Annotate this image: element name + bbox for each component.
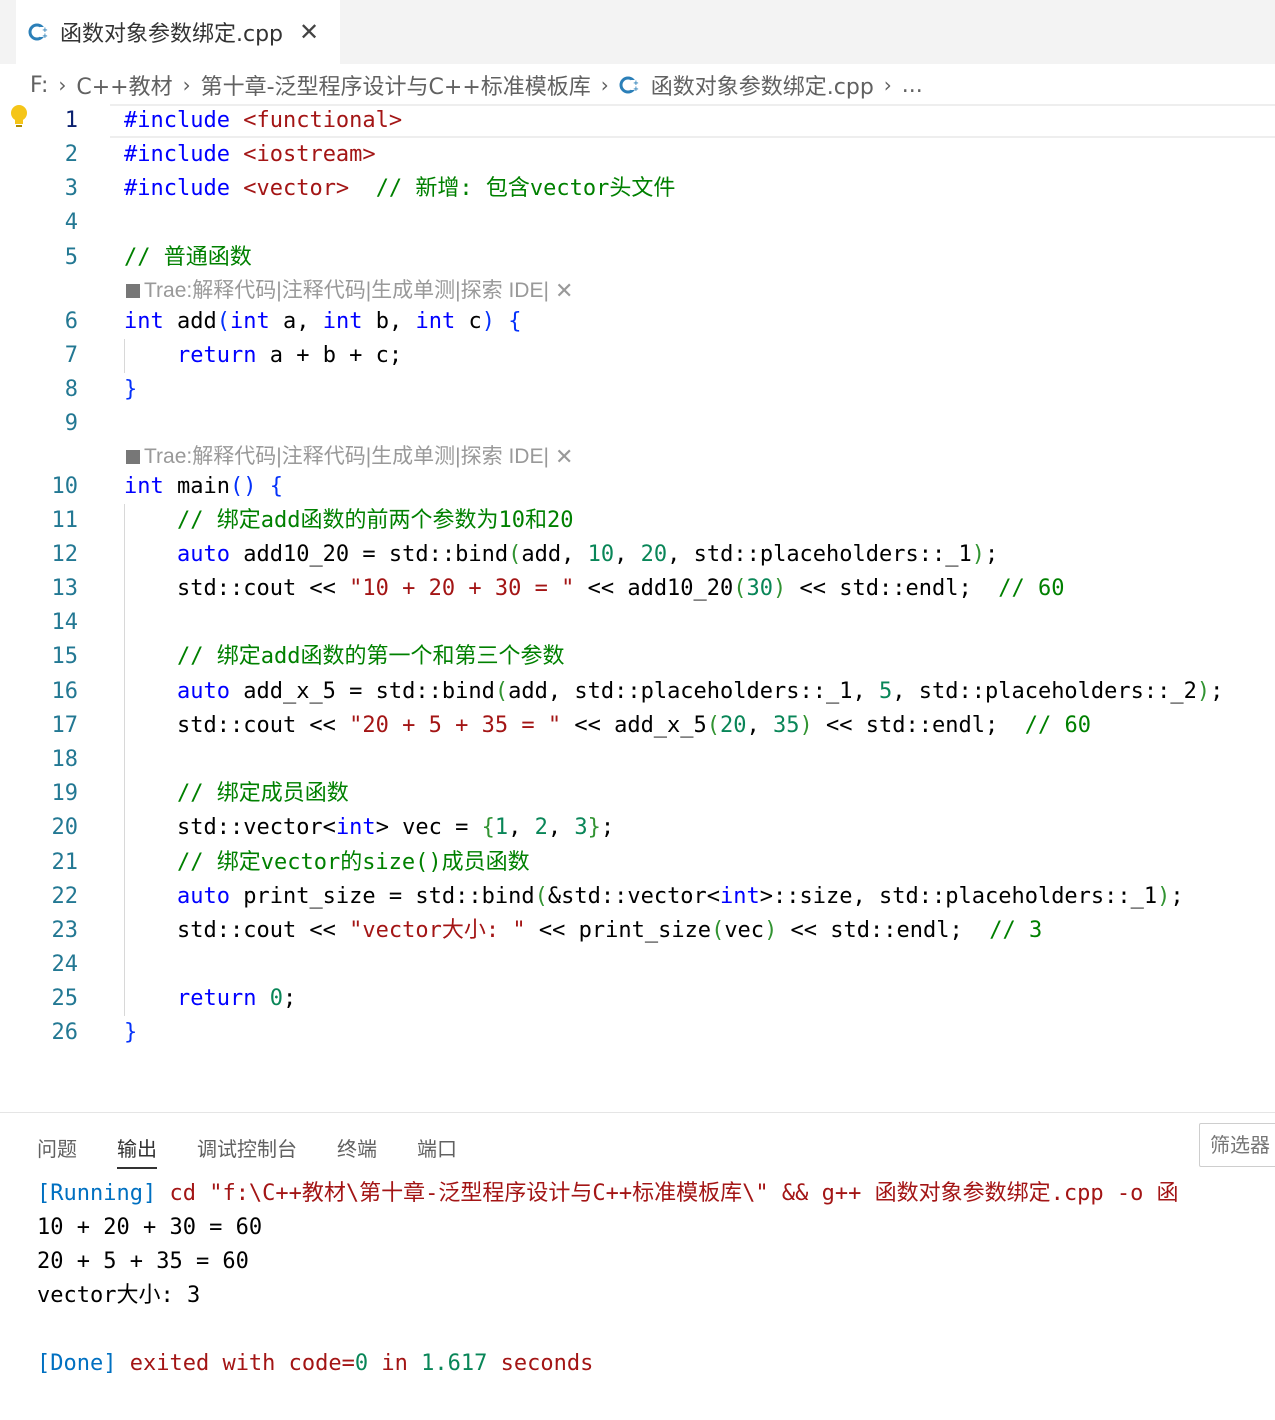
code-line: // 绑定vector的size()成员函数	[176, 850, 530, 875]
line-number: 12	[51, 542, 79, 567]
trae-icon	[126, 284, 140, 298]
code-line: // 绑定成员函数	[176, 781, 349, 806]
line-number: 16	[51, 679, 79, 704]
code-line: return a + b + c;	[176, 343, 403, 368]
output-line: 10 + 20 + 30 = 60	[37, 1215, 263, 1240]
line-number: 11	[51, 508, 79, 533]
tab-problems[interactable]: 问题	[37, 1133, 77, 1169]
line-number: 20	[51, 815, 79, 840]
line-number: 13	[51, 576, 79, 601]
breadcrumb: F: › C++教材 › 第十章-泛型程序设计与C++标准模板库 › + + 函数…	[30, 66, 923, 104]
editor-tab-bar: + + 函数对象参数绑定.cpp ✕	[0, 0, 1275, 64]
line-number: 22	[51, 884, 79, 909]
codelens-unittest[interactable]: 生成单测	[371, 274, 455, 308]
codelens-sep: |	[543, 279, 549, 302]
line-number: 25	[51, 986, 79, 1011]
code-line: std::vector<int> vec = {1, 2, 3};	[176, 815, 615, 840]
close-icon[interactable]: ✕	[555, 274, 573, 308]
breadcrumb-subfolder[interactable]: 第十章-泛型程序设计与C++标准模板库	[201, 69, 591, 101]
codelens-explore[interactable]: 探索 IDE	[461, 440, 544, 474]
tab-title: 函数对象参数绑定.cpp	[60, 22, 284, 47]
line-number: 23	[51, 918, 79, 943]
output-line: [Running] cd "f:\C++教材\第十章-泛型程序设计与C++标准模…	[37, 1181, 1179, 1206]
line-number: 15	[51, 644, 79, 669]
line-number: 24	[51, 952, 79, 977]
line-number: 18	[51, 747, 79, 772]
chevron-right-icon: ›	[883, 73, 892, 97]
tab-output[interactable]: 输出	[117, 1133, 157, 1169]
code-line: #include <functional>	[124, 108, 403, 133]
code-line: #include <vector> // 新增: 包含vector头文件	[124, 176, 676, 201]
line-number: 17	[51, 713, 79, 738]
line-number: 19	[51, 781, 79, 806]
line-number: 7	[64, 343, 78, 368]
chevron-right-icon: ›	[58, 73, 67, 97]
line-number: 1	[64, 108, 78, 133]
line-number: 5	[64, 245, 78, 270]
code-line: }	[124, 1020, 138, 1045]
trae-icon	[126, 450, 140, 464]
code-line: // 绑定add函数的前两个参数为10和20	[176, 508, 574, 533]
output-panel: 问题 输出 调试控制台 终端 端口 筛选器 [Running] cd "f:\C…	[0, 1112, 1275, 1420]
codelens-unittest[interactable]: 生成单测	[371, 440, 455, 474]
codelens-explore[interactable]: 探索 IDE	[461, 274, 544, 308]
tab-debug-console[interactable]: 调试控制台	[197, 1133, 297, 1169]
line-number: 26	[51, 1020, 79, 1045]
output-line: vector大小: 3	[37, 1283, 201, 1308]
code-line: std::cout << "10 + 20 + 30 = " << add10_…	[176, 576, 1065, 601]
svg-text:+: +	[633, 85, 639, 93]
code-line: auto add_x_5 = std::bind(add, std::place…	[176, 679, 1224, 704]
line-number: 3	[64, 176, 78, 201]
code-line: std::cout << "20 + 5 + 35 = " << add_x_5…	[176, 713, 1091, 738]
lightbulb-icon[interactable]	[9, 104, 29, 130]
breadcrumb-symbol[interactable]: ...	[902, 73, 923, 98]
code-line: int main() {	[124, 474, 283, 499]
code-line: auto print_size = std::bind(&std::vector…	[176, 884, 1184, 909]
tab-terminal[interactable]: 终端	[337, 1133, 377, 1169]
tab-active-file[interactable]: + + 函数对象参数绑定.cpp ✕	[16, 0, 340, 64]
line-number: 4	[64, 210, 78, 235]
code-line: #include <iostream>	[124, 142, 376, 167]
chevron-right-icon: ›	[182, 73, 191, 97]
line-number: 9	[64, 411, 78, 436]
code-line: }	[124, 377, 138, 402]
chevron-right-icon: ›	[600, 73, 609, 97]
codelens-explain[interactable]: 解释代码	[192, 274, 276, 308]
line-number: 2	[64, 142, 78, 167]
line-number: 8	[64, 377, 78, 402]
breadcrumb-folder[interactable]: C++教材	[76, 69, 172, 101]
code-line: // 绑定add函数的第一个和第三个参数	[176, 644, 565, 669]
output-line: 20 + 5 + 35 = 60	[37, 1249, 249, 1274]
breadcrumb-file[interactable]: 函数对象参数绑定.cpp	[651, 69, 874, 101]
tab-ports[interactable]: 端口	[417, 1133, 457, 1169]
cpp-file-icon: + +	[619, 74, 641, 96]
line-number: 6	[64, 309, 78, 334]
codelens-explain[interactable]: 解释代码	[192, 440, 276, 474]
code-line: std::cout << "vector大小: " << print_size(…	[176, 918, 1043, 943]
code-editor[interactable]: 1 2 3 4 5 6 7 8 9 10 11 12 13 14 15 16 1…	[0, 104, 1275, 1110]
line-number: 21	[51, 850, 79, 875]
line-number: 14	[51, 610, 79, 635]
cpp-file-icon: + +	[28, 21, 50, 43]
breadcrumb-drive[interactable]: F:	[30, 73, 48, 98]
codelens-bar: Trae: 解释代码 | 注释代码 | 生成单测 | 探索 IDE | ✕	[126, 440, 573, 474]
code-line: auto add10_20 = std::bind(add, 10, 20, s…	[176, 542, 999, 567]
output-line: [Done] exited with code=0 in 1.617 secon…	[37, 1351, 594, 1376]
codelens-comment[interactable]: 注释代码	[282, 440, 366, 474]
code-line: int add(int a, int b, int c) {	[124, 309, 522, 334]
codelens-sep: |	[543, 445, 549, 468]
line-number: 10	[51, 474, 79, 499]
code-line: return 0;	[176, 986, 297, 1011]
codelens-prefix: Trae:	[144, 445, 193, 468]
codelens-prefix: Trae:	[144, 279, 193, 302]
filter-input[interactable]: 筛选器	[1199, 1123, 1275, 1167]
panel-tabs: 问题 输出 调试控制台 终端 端口	[37, 1133, 497, 1169]
codelens-bar: Trae: 解释代码 | 注释代码 | 生成单测 | 探索 IDE | ✕	[126, 274, 573, 308]
tab-close-icon[interactable]: ✕	[299, 18, 319, 46]
close-icon[interactable]: ✕	[555, 440, 573, 474]
codelens-comment[interactable]: 注释代码	[282, 274, 366, 308]
svg-text:+: +	[42, 32, 48, 40]
code-line: // 普通函数	[124, 245, 252, 270]
